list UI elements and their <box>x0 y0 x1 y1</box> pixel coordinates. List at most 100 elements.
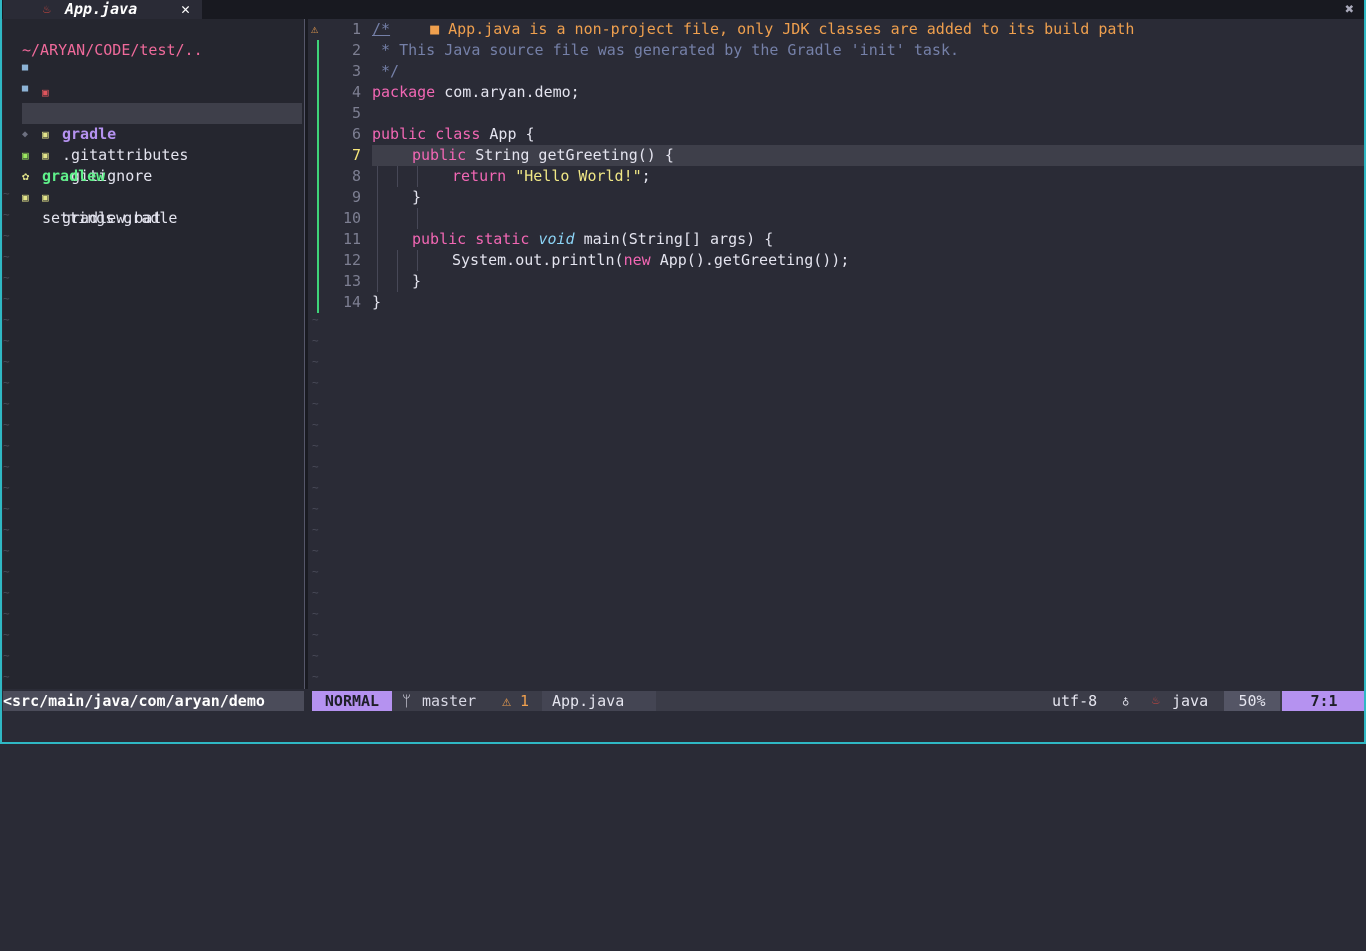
cursor-position: 7:1 <box>1282 691 1366 711</box>
scroll-percent: 50% <box>1224 691 1280 711</box>
line-number: 1 <box>351 20 361 38</box>
code-line-9: } <box>412 188 422 206</box>
tab-label: App.java <box>65 0 138 18</box>
close-all-icon[interactable]: ✖ <box>1345 0 1354 19</box>
tree-item-settings-gradle[interactable]: ▣ settings.gradle <box>3 166 303 227</box>
line-number: 13 <box>342 272 361 290</box>
linux-icon: ♁ <box>1122 694 1130 708</box>
empty-line-marker: ~ <box>3 481 10 494</box>
tree-item-gradlew-bat[interactable]: ✿ ▣ gradlew.bat <box>3 145 303 227</box>
empty-line-marker: ~ <box>3 565 10 578</box>
indent-guide <box>417 208 418 229</box>
empty-line-marker: ~ <box>3 460 10 473</box>
line-number: 11 <box>342 230 361 248</box>
indent-guide <box>397 250 398 292</box>
empty-line-marker: ~ <box>312 397 319 410</box>
tree-item-gitignore[interactable]: ◆ ▣ .gitignore <box>22 103 302 185</box>
empty-line-marker: ~ <box>3 271 10 284</box>
code-line-13: } <box>412 272 422 290</box>
diagnostic-warning-count: ⚠ 1 <box>502 692 530 710</box>
tree-item-label: settings.gradle <box>42 209 178 227</box>
empty-line-marker: ~ <box>3 292 10 305</box>
code-line-2: * This Java source file was generated by… <box>372 41 959 59</box>
line-number: 3 <box>351 62 361 80</box>
window-separator[interactable] <box>304 19 308 689</box>
empty-line-marker: ~ <box>3 229 10 242</box>
line-number: 5 <box>351 104 361 122</box>
tree-item-gradlew[interactable]: ▣ gradlew <box>3 124 303 185</box>
tree-item-app[interactable]: ▀ ▣ app <box>3 40 303 122</box>
java-icon: ♨ <box>1152 693 1160 708</box>
empty-line-marker: ~ <box>3 649 10 662</box>
empty-line-marker: ~ <box>3 376 10 389</box>
empty-line-marker: ~ <box>312 481 319 494</box>
empty-line-marker: ~ <box>312 523 319 536</box>
command-line[interactable] <box>0 713 1366 744</box>
warning-sign-icon: ⚠ <box>311 22 319 36</box>
code-line-11: public static void main(String[] args) { <box>412 230 774 248</box>
mode-indicator: NORMAL <box>312 691 392 711</box>
line-number: 2 <box>351 41 361 59</box>
empty-line-marker: ~ <box>312 586 319 599</box>
file-icon: ▣ <box>22 191 29 204</box>
indent-guide <box>417 166 418 187</box>
empty-line-marker: ~ <box>3 544 10 557</box>
line-number: 12 <box>342 251 361 269</box>
empty-line-marker: ~ <box>312 313 319 326</box>
empty-line-marker: ~ <box>3 187 10 200</box>
tree-header[interactable]: ~/ARYAN/CODE/test/.. <box>3 19 203 59</box>
statusline-filename: App.java <box>542 691 656 711</box>
line-number: 4 <box>351 83 361 101</box>
git-added-bar <box>317 40 319 313</box>
code-line-8: return "Hello World!"; <box>452 167 651 185</box>
empty-line-marker: ~ <box>3 439 10 452</box>
empty-line-marker: ~ <box>312 502 319 515</box>
line-number: 14 <box>342 293 361 311</box>
empty-line-marker: ~ <box>3 628 10 641</box>
code-line-14: } <box>372 293 382 311</box>
empty-line-marker: ~ <box>3 313 10 326</box>
editor-statusline: NORMAL ᛘ master ⚠ 1 App.java utf-8 ♁ ♨ j… <box>312 691 1366 711</box>
line-number: 10 <box>342 209 361 227</box>
tree-item-gitattributes[interactable]: ◆ ▣ .gitattributes <box>3 82 303 164</box>
indent-guide <box>397 166 398 187</box>
tabline: ♨ App.java ✕ ✖ <box>0 0 1366 19</box>
diagnostic-virtual-text: ■ App.java is a non-project file, only J… <box>430 20 1135 38</box>
code-line-7: public String getGreeting() { <box>412 146 674 164</box>
empty-line-marker: ~ <box>3 607 10 620</box>
tab-close-icon[interactable]: ✕ <box>181 0 190 19</box>
code-line-1: /* ■ App.java is a non-project file, only… <box>372 20 1135 38</box>
code-line-12: System.out.println(new App().getGreeting… <box>452 251 850 269</box>
code-line-3: */ <box>372 62 400 80</box>
empty-line-marker: ~ <box>312 418 319 431</box>
empty-line-marker: ~ <box>3 586 10 599</box>
file-icon: ▣ <box>42 191 49 204</box>
empty-line-marker: ~ <box>3 502 10 515</box>
empty-line-marker: ~ <box>312 607 319 620</box>
empty-line-marker: ~ <box>3 250 10 263</box>
empty-line-marker: ~ <box>312 565 319 578</box>
empty-line-marker: ~ <box>3 208 10 221</box>
line-number: 7 <box>351 146 361 164</box>
empty-line-marker: ~ <box>312 355 319 368</box>
git-branch-icon: ᛘ <box>402 692 412 710</box>
line-number: 6 <box>351 125 361 143</box>
empty-line-marker: ~ <box>312 376 319 389</box>
file-type: java <box>1172 692 1209 710</box>
tab-app-java[interactable]: ♨ App.java ✕ <box>3 0 202 19</box>
line-number: 9 <box>351 188 361 206</box>
editor-pane[interactable]: ⚠ 1 2 3 4 5 6 7 8 9 10 11 12 13 14 /* ■ App.java is a … <box>309 19 1366 689</box>
statusline: <src/main/java/com/aryan/demo NORMAL ᛘ m… <box>0 689 1366 713</box>
indent-guide <box>377 166 378 292</box>
empty-line-marker: ~ <box>312 439 319 452</box>
empty-line-marker: ~ <box>312 334 319 347</box>
empty-line-marker: ~ <box>312 670 319 683</box>
java-icon: ♨ <box>43 2 51 17</box>
empty-line-marker: ~ <box>3 334 10 347</box>
empty-line-marker: ~ <box>312 460 319 473</box>
indent-guide <box>417 250 418 271</box>
tree-item-gradle[interactable]: ▀ ▣ gradle <box>3 61 303 143</box>
code-line-4: package com.aryan.demo; <box>372 83 580 101</box>
git-branch: master <box>422 692 477 710</box>
empty-line-marker: ~ <box>312 649 319 662</box>
